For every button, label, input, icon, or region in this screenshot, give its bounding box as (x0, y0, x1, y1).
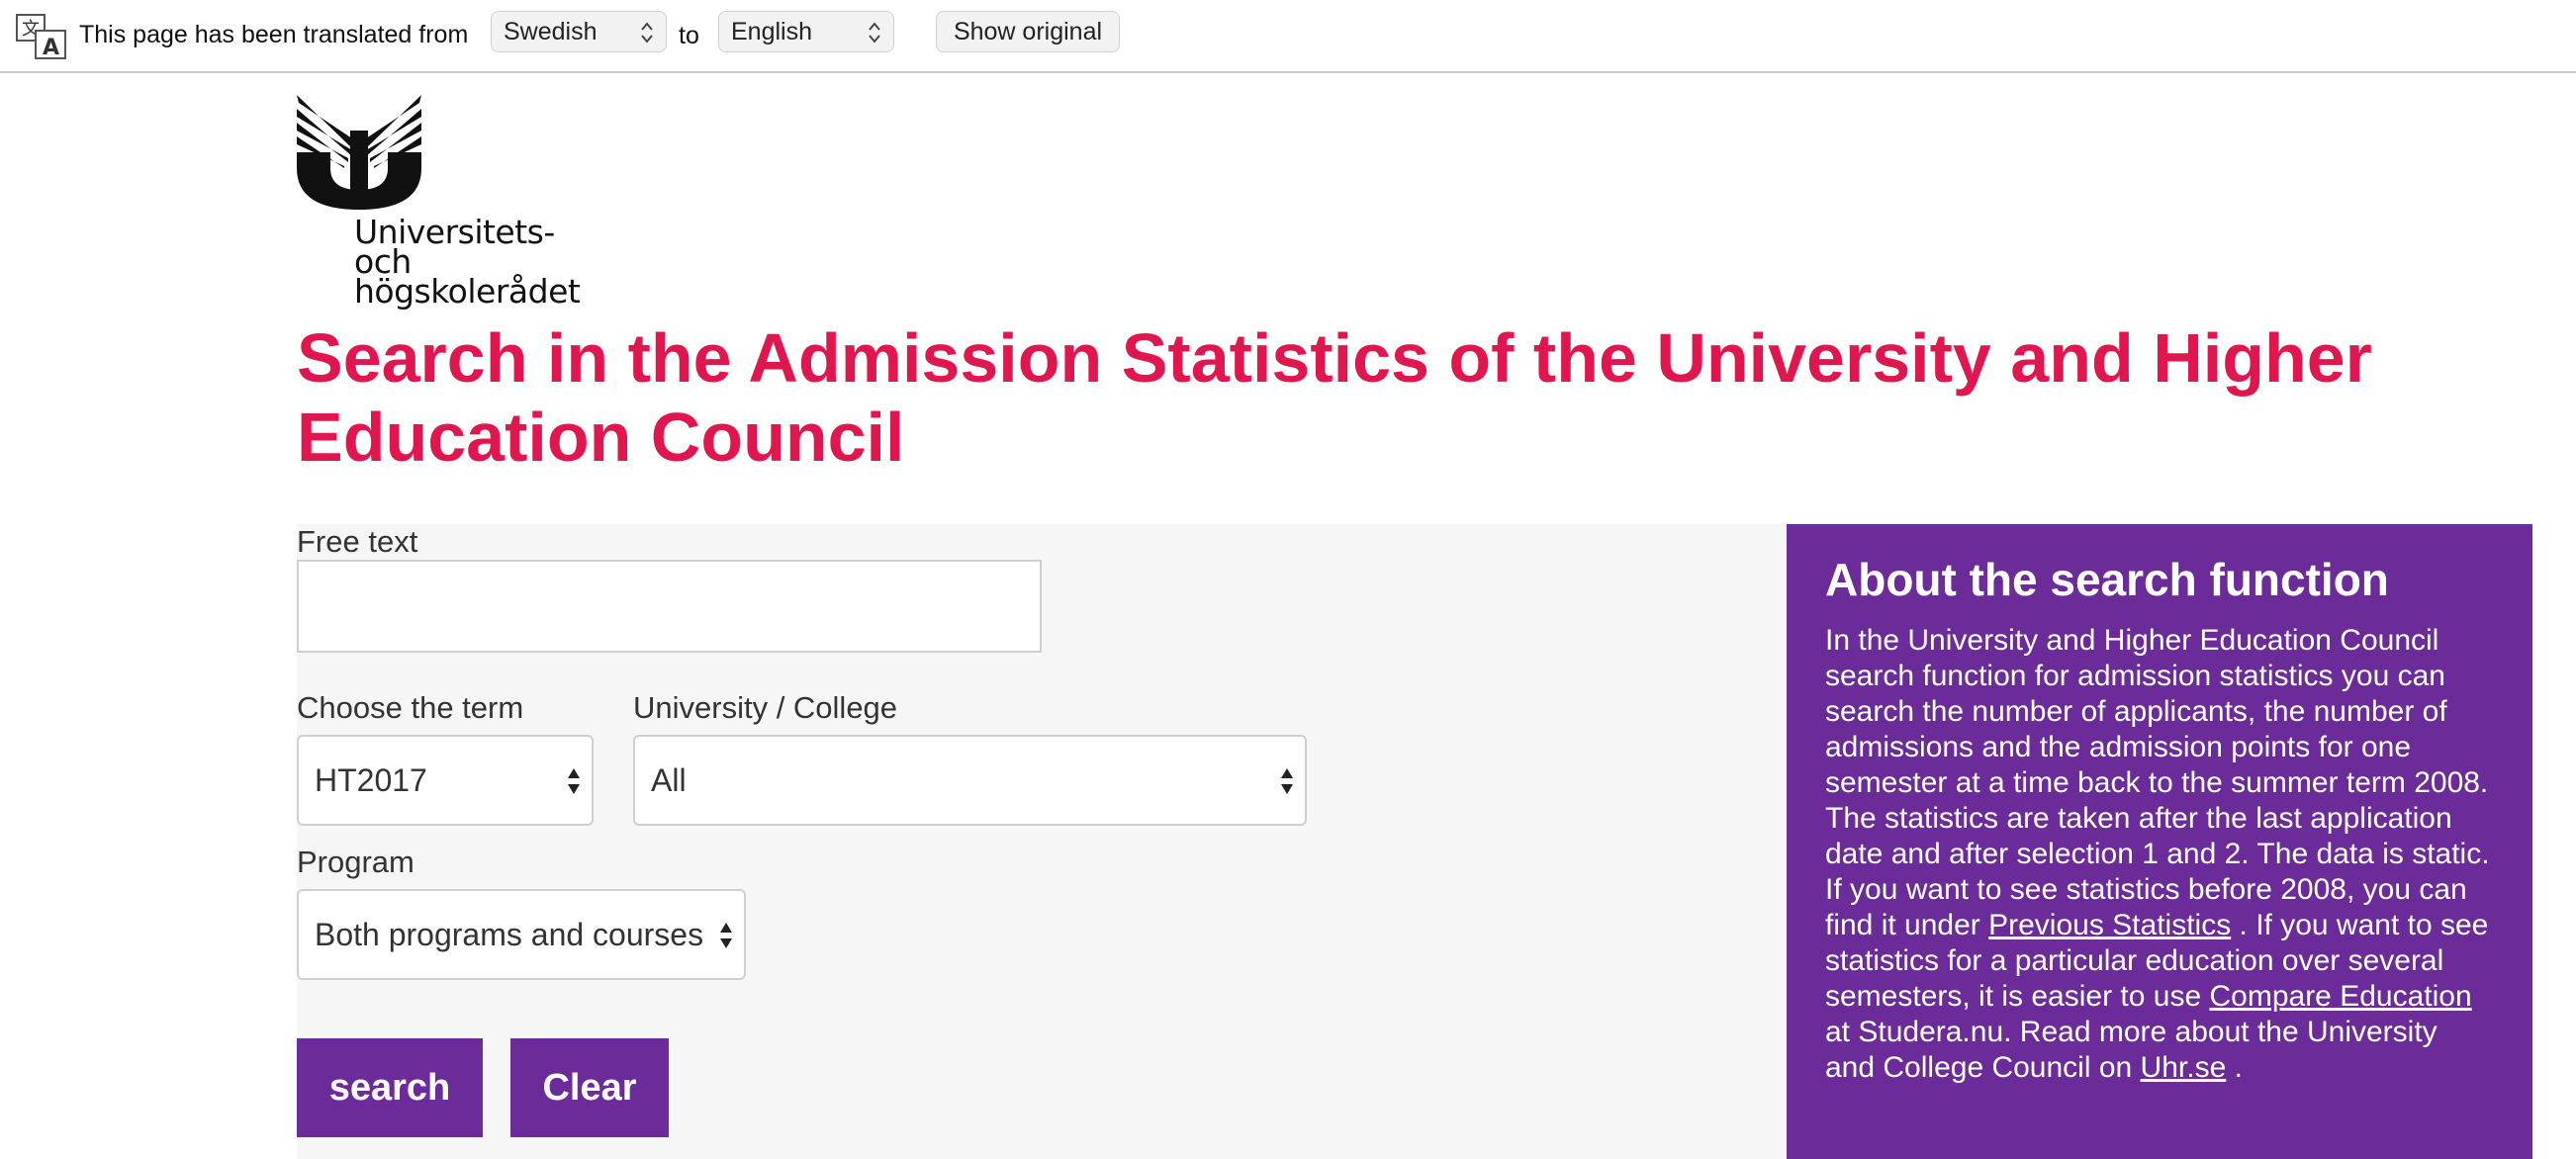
select-arrows-icon (568, 768, 580, 794)
logo-text-line2: högskolerådet (354, 272, 581, 311)
clear-button[interactable]: Clear (510, 1038, 669, 1137)
chevron-updown-icon (641, 22, 653, 44)
program-label: Program (297, 845, 414, 879)
about-text-part4: . (2226, 1051, 2243, 1084)
about-text: In the University and Higher Education C… (1825, 623, 2495, 1086)
free-text-input[interactable] (297, 560, 1042, 653)
uhr-se-link[interactable]: Uhr.se (2141, 1051, 2227, 1084)
page-title: Search in the Admission Statistics of th… (297, 319, 2372, 476)
translate-icon[interactable]: 文 A (16, 13, 71, 60)
uhr-logo[interactable]: Universitets- och högskolerådet (295, 91, 621, 308)
about-heading: About the search function (1825, 554, 2389, 605)
about-text-part3: at Studera.nu. Read more about the Unive… (1825, 1016, 2438, 1084)
about-search-box: About the search function In the Univers… (1787, 524, 2532, 1159)
select-arrows-icon (1281, 768, 1293, 794)
to-language-select[interactable]: English (718, 11, 894, 52)
university-select[interactable]: All (633, 735, 1307, 826)
logo-text: Universitets- och högskolerådet (354, 213, 621, 311)
search-button[interactable]: search (297, 1038, 483, 1137)
about-text-part1: In the University and Higher Education C… (1825, 624, 2490, 941)
translate-bar: 文 A This page has been translated from S… (0, 0, 2576, 73)
chevron-updown-icon (869, 22, 880, 44)
program-value: Both programs and courses (315, 917, 704, 952)
term-label: Choose the term (297, 690, 524, 725)
show-original-button[interactable]: Show original (936, 11, 1120, 52)
select-arrows-icon (720, 923, 732, 948)
search-form-panel: Free text Choose the term HT2017 Univers… (297, 524, 1787, 1159)
free-text-label: Free text (297, 524, 418, 559)
uhr-emblem-icon (297, 95, 421, 210)
term-select[interactable]: HT2017 (297, 735, 594, 826)
translate-message: This page has been translated from (79, 21, 469, 48)
university-value: All (651, 762, 687, 798)
program-select[interactable]: Both programs and courses (297, 889, 746, 980)
svg-text:A: A (43, 36, 59, 60)
term-value: HT2017 (315, 762, 427, 798)
logo-text-line1: Universitets- och (354, 213, 555, 281)
university-label: University / College (633, 690, 898, 725)
to-language-value: English (731, 18, 812, 45)
to-label: to (679, 22, 699, 49)
from-language-value: Swedish (504, 18, 598, 45)
compare-education-link[interactable]: Compare Education (2209, 980, 2471, 1013)
from-language-select[interactable]: Swedish (491, 11, 667, 52)
previous-statistics-link[interactable]: Previous Statistics (1988, 909, 2231, 941)
